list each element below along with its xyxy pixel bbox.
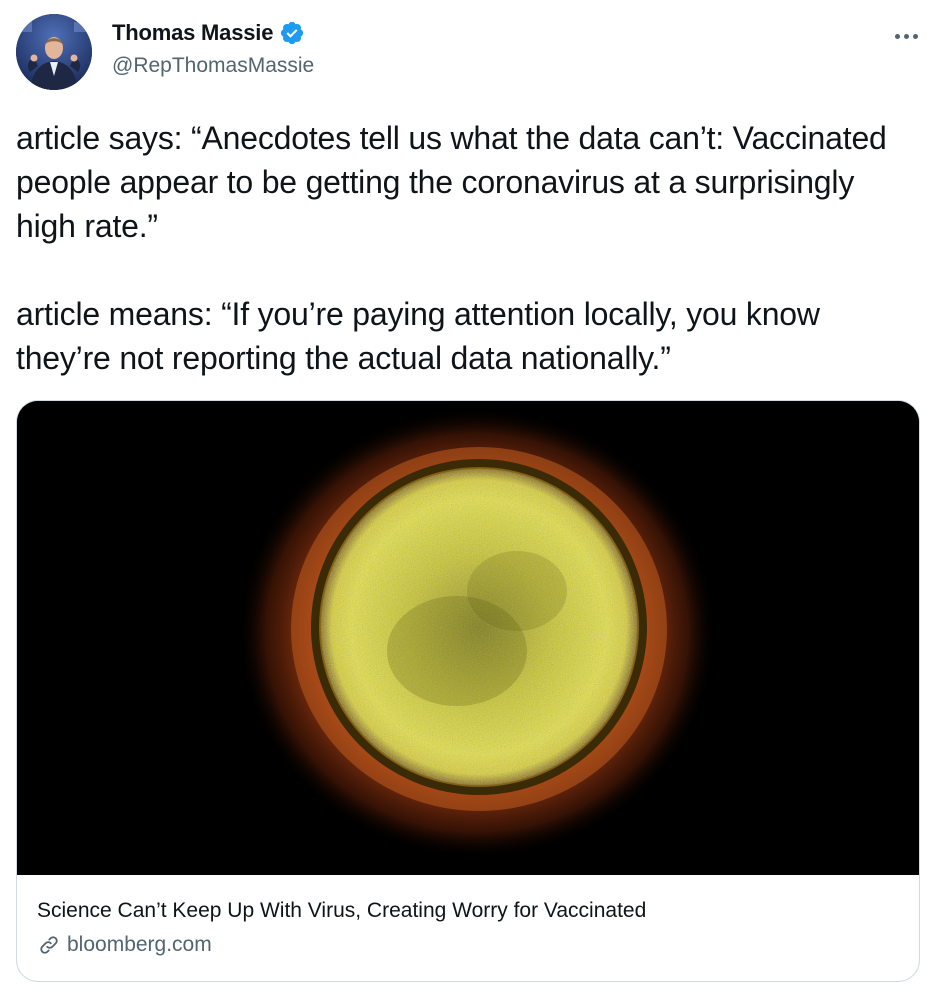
author-handle[interactable]: @RepThomasMassie	[112, 54, 314, 78]
author-name[interactable]: Thomas Massie	[112, 20, 273, 46]
link-icon	[37, 933, 61, 957]
card-domain: bloomberg.com	[67, 933, 212, 956]
tweet: Thomas Massie @RepThomasMassie article s…	[0, 0, 936, 998]
author-name-row: Thomas Massie	[112, 20, 305, 46]
avatar[interactable]	[16, 14, 92, 90]
avatar-image	[16, 14, 92, 90]
link-preview-card[interactable]: Science Can’t Keep Up With Virus, Creati…	[16, 400, 920, 982]
more-options-button[interactable]	[888, 26, 924, 46]
card-domain-row: bloomberg.com	[37, 933, 212, 957]
tweet-text: article says: “Anecdotes tell us what th…	[16, 120, 887, 376]
more-dot	[894, 33, 900, 39]
more-dot	[912, 33, 918, 39]
more-dot	[903, 33, 909, 39]
card-title[interactable]: Science Can’t Keep Up With Virus, Creati…	[37, 899, 646, 923]
verified-badge-icon	[279, 20, 305, 46]
coronavirus-micrograph-image[interactable]	[17, 401, 919, 875]
